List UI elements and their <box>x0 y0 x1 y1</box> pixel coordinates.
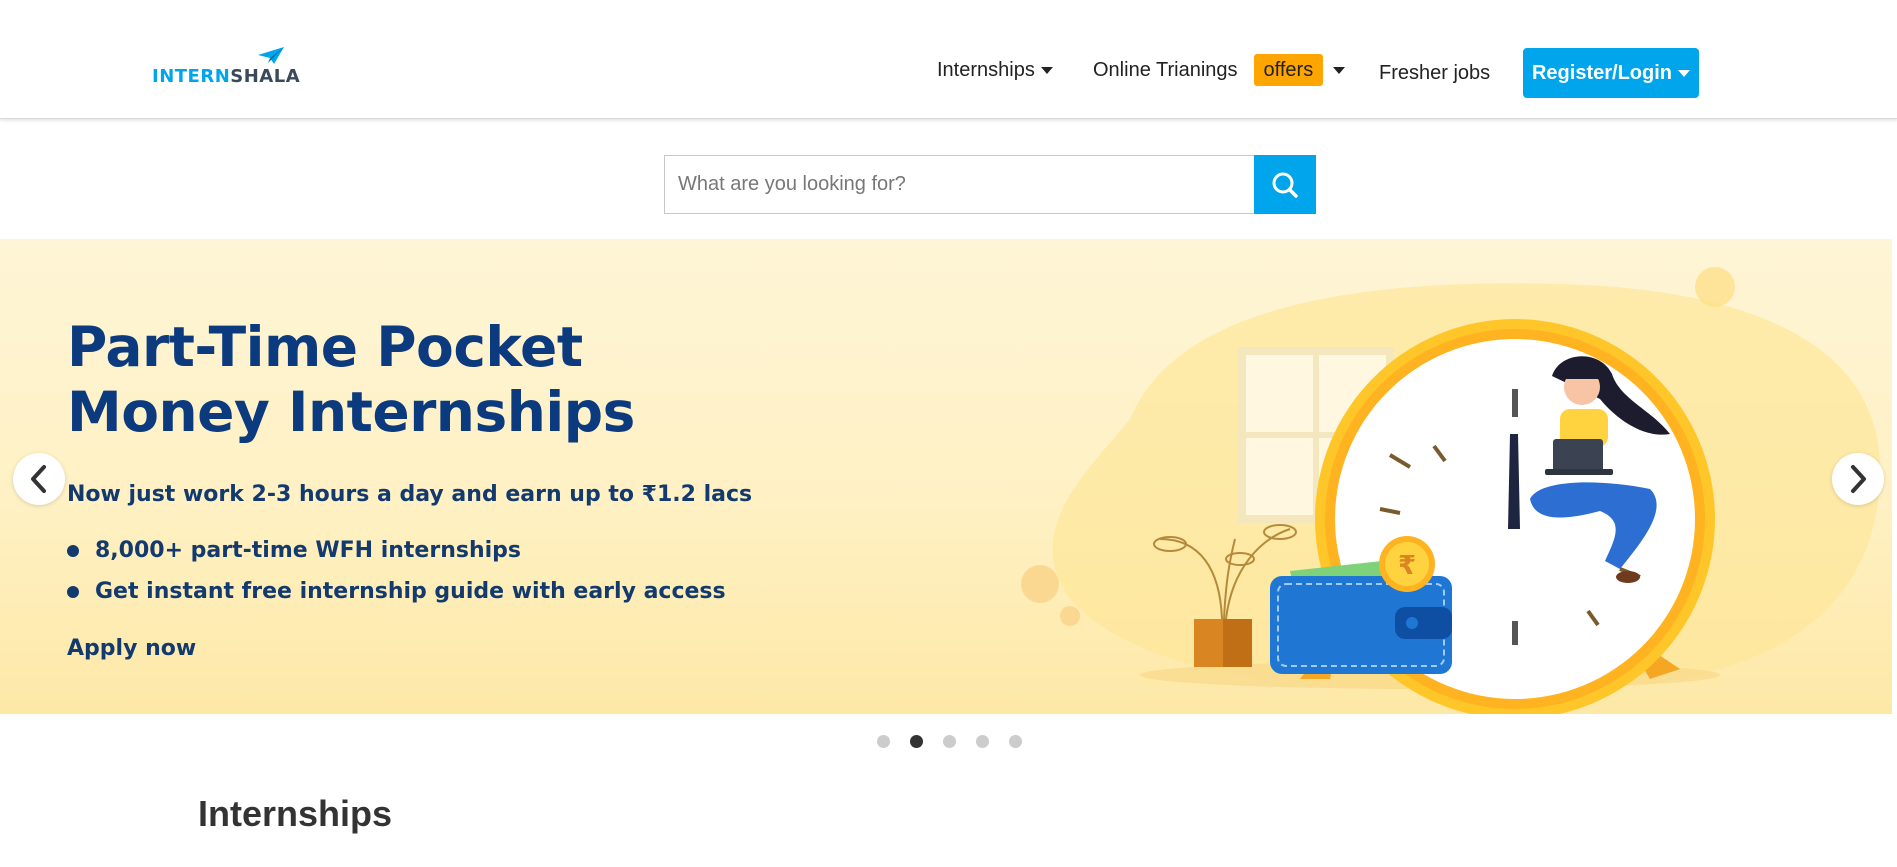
apply-now-link[interactable]: Apply now <box>67 636 196 661</box>
rupee-coin-icon: ₹ <box>1379 536 1435 592</box>
carousel-next-button[interactable] <box>1832 453 1884 505</box>
banner-subtitle: Now just work 2-3 hours a day and earn u… <box>67 482 753 507</box>
bg-bubble-shape <box>1060 606 1080 626</box>
nav-fresher-jobs[interactable]: Fresher jobs <box>1379 51 1490 95</box>
nav-internships-label: Internships <box>937 58 1035 81</box>
nav-fresher-jobs-label: Fresher jobs <box>1379 61 1491 84</box>
banner-title-line2: Money Internships <box>67 380 635 444</box>
coin-symbol-text: ₹ <box>1398 551 1416 581</box>
chevron-left-icon <box>31 465 46 493</box>
bullet-dot-icon <box>67 585 79 598</box>
search-bar <box>664 155 1316 214</box>
chevron-right-icon <box>1851 465 1866 493</box>
banner-illustration: ₹ <box>1021 267 1880 714</box>
search-input[interactable] <box>664 155 1254 214</box>
banner-bullet-text: 8,000+ part-time WFH internships <box>95 538 521 563</box>
register-login-label: Register/Login <box>1531 61 1672 84</box>
caret-down-icon <box>1333 66 1346 74</box>
site-header: INTERNSHALA Internships Online Trianings… <box>0 0 1897 119</box>
banner-title: Part-Time Pocket Money Internships <box>67 315 635 445</box>
search-button[interactable] <box>1254 155 1316 214</box>
banner-bullet: Get instant free internship guide with e… <box>67 571 726 612</box>
banner-title-line1: Part-Time Pocket <box>67 315 583 379</box>
banner-bullet-list: 8,000+ part-time WFH internships Get ins… <box>67 530 726 612</box>
carousel-dot[interactable] <box>1009 735 1022 748</box>
nav-internships[interactable]: Internships <box>937 48 1053 92</box>
banner-bullet-text: Get instant free internship guide with e… <box>95 579 726 604</box>
carousel-dot[interactable] <box>976 735 989 748</box>
banner-bullet: 8,000+ part-time WFH internships <box>67 530 726 571</box>
caret-down-icon <box>1040 66 1053 74</box>
search-icon <box>1272 172 1298 198</box>
caret-down-icon <box>1678 69 1690 77</box>
internships-section-title: Internships <box>198 793 393 834</box>
promo-banner[interactable]: Part-Time Pocket Money Internships Now j… <box>0 239 1892 714</box>
carousel-dot[interactable] <box>877 735 890 748</box>
nav-online-trainings-label: Online Trianings <box>1093 58 1238 81</box>
nav-online-trainings[interactable]: Online Trianings offers <box>1093 48 1346 92</box>
offers-badge: offers <box>1253 54 1324 86</box>
carousel-dot-active[interactable] <box>910 735 923 748</box>
bullet-dot-icon <box>67 544 79 557</box>
bg-bubble-shape <box>1021 565 1059 603</box>
carousel-indicators <box>877 735 1042 748</box>
carousel-dot[interactable] <box>943 735 956 748</box>
bg-bubble-shape <box>1695 267 1735 307</box>
carousel-prev-button[interactable] <box>13 453 65 505</box>
register-login-button[interactable]: Register/Login <box>1523 48 1699 98</box>
